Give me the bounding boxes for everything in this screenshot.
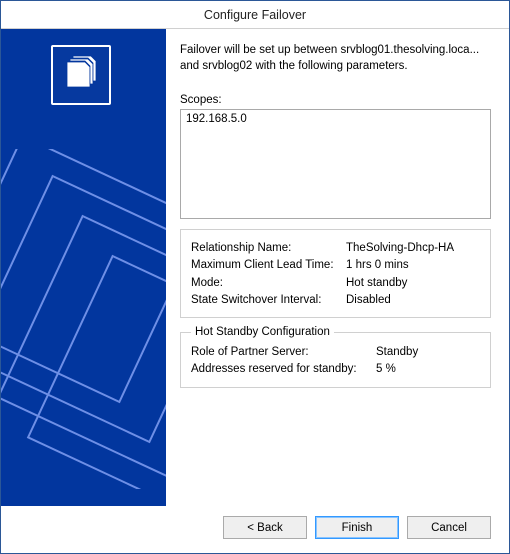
configure-failover-window: Configure Failover [0, 0, 510, 554]
value-reserved-addresses: 5 % [376, 361, 480, 378]
row-reserved-addresses: Addresses reserved for standby: 5 % [191, 361, 480, 378]
label-mclt: Maximum Client Lead Time: [191, 257, 346, 274]
row-relationship-name: Relationship Name: TheSolving-Dhcp-HA [191, 240, 480, 257]
row-switchover: State Switchover Interval: Disabled [191, 292, 480, 309]
scopes-label: Scopes: [180, 94, 491, 106]
label-relationship-name: Relationship Name: [191, 240, 346, 257]
label-mode: Mode: [191, 275, 346, 292]
row-mclt: Maximum Client Lead Time: 1 hrs 0 mins [191, 257, 480, 274]
titlebar: Configure Failover [1, 1, 509, 29]
hot-standby-legend: Hot Standby Configuration [191, 326, 334, 338]
scope-item[interactable]: 192.168.5.0 [186, 113, 485, 125]
wizard-icon-box [51, 45, 111, 105]
scopes-list[interactable]: 192.168.5.0 [180, 109, 491, 219]
finish-button[interactable]: Finish [315, 516, 399, 539]
sidebar-decor [1, 149, 166, 489]
window-title: Configure Failover [204, 8, 306, 22]
files-icon [61, 54, 101, 97]
value-partner-role: Standby [376, 344, 480, 361]
wizard-buttons: < Back Finish Cancel [1, 506, 509, 553]
value-switchover: Disabled [346, 292, 480, 309]
row-partner-role: Role of Partner Server: Standby [191, 344, 480, 361]
hot-standby-group: Hot Standby Configuration Role of Partne… [180, 326, 491, 388]
label-reserved-addresses: Addresses reserved for standby: [191, 361, 376, 378]
wizard-sidebar [1, 29, 166, 506]
value-relationship-name: TheSolving-Dhcp-HA [346, 240, 480, 257]
value-mclt: 1 hrs 0 mins [346, 257, 480, 274]
row-mode: Mode: Hot standby [191, 275, 480, 292]
label-switchover: State Switchover Interval: [191, 292, 346, 309]
window-body: Failover will be set up between srvblog0… [1, 29, 509, 506]
relationship-group: Relationship Name: TheSolving-Dhcp-HA Ma… [180, 229, 491, 318]
cancel-button[interactable]: Cancel [407, 516, 491, 539]
wizard-content: Failover will be set up between srvblog0… [166, 29, 509, 506]
back-button[interactable]: < Back [223, 516, 307, 539]
label-partner-role: Role of Partner Server: [191, 344, 376, 361]
intro-text: Failover will be set up between srvblog0… [180, 43, 491, 74]
value-mode: Hot standby [346, 275, 480, 292]
